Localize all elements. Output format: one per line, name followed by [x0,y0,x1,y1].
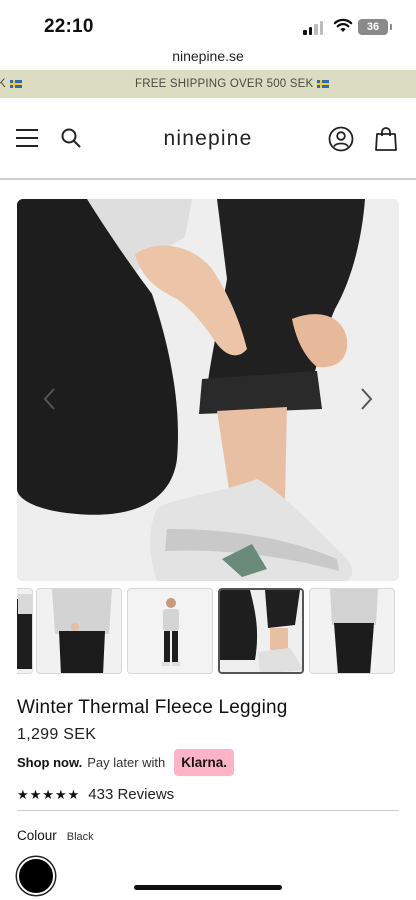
gallery-next-arrow[interactable] [356,385,376,413]
search-icon[interactable] [60,127,82,154]
product-thumbnail[interactable] [36,588,122,674]
shipping-banner: K FREE SHIPPING OVER 500 SEK [0,70,416,98]
account-icon[interactable] [328,126,354,157]
address-bar[interactable]: ninepine.se [0,48,416,70]
review-count[interactable]: 433 Reviews [88,786,174,803]
rating-summary[interactable]: ★★★★★ 433 Reviews [17,786,174,803]
site-header: ninepine [0,98,416,180]
klarna-row: Shop now. Pay later with Klarna. [17,747,235,777]
product-thumbnail[interactable] [17,588,33,674]
wifi-icon [333,18,353,38]
product-title: Winter Thermal Fleece Legging [17,697,288,718]
colour-value: Black [66,831,94,843]
star-rating-icon: ★★★★★ [17,786,81,802]
divider [17,810,399,811]
battery-icon: 36 [358,19,392,35]
cellular-signal-icon [303,21,323,35]
colour-row: Colour Black [17,828,94,843]
shop-now-text: Shop now. [17,754,83,770]
banner-text-partial: K [0,78,6,90]
product-thumbnail[interactable] [127,588,213,674]
klarna-badge[interactable]: Klarna. [174,748,235,776]
banner-text: FREE SHIPPING OVER 500 SEK [135,78,314,90]
product-main-image[interactable] [17,199,399,581]
product-price: 1,299 SEK [17,726,97,743]
product-thumbnail-selected[interactable] [218,588,304,674]
home-indicator [134,885,282,890]
thumbnail-strip [17,588,399,674]
pay-later-text: Pay later with [87,754,166,770]
status-time: 22:10 [44,16,94,37]
bag-icon[interactable] [374,126,398,157]
menu-icon[interactable] [16,129,40,152]
product-thumbnail[interactable] [309,588,395,674]
swedish-flag-icon [9,80,22,88]
status-bar: 22:10 36 [0,0,416,48]
swedish-flag-icon [317,80,330,88]
colour-label: Colour [17,828,57,843]
colour-swatch-black[interactable] [17,857,55,895]
gallery-prev-arrow[interactable] [40,385,60,413]
